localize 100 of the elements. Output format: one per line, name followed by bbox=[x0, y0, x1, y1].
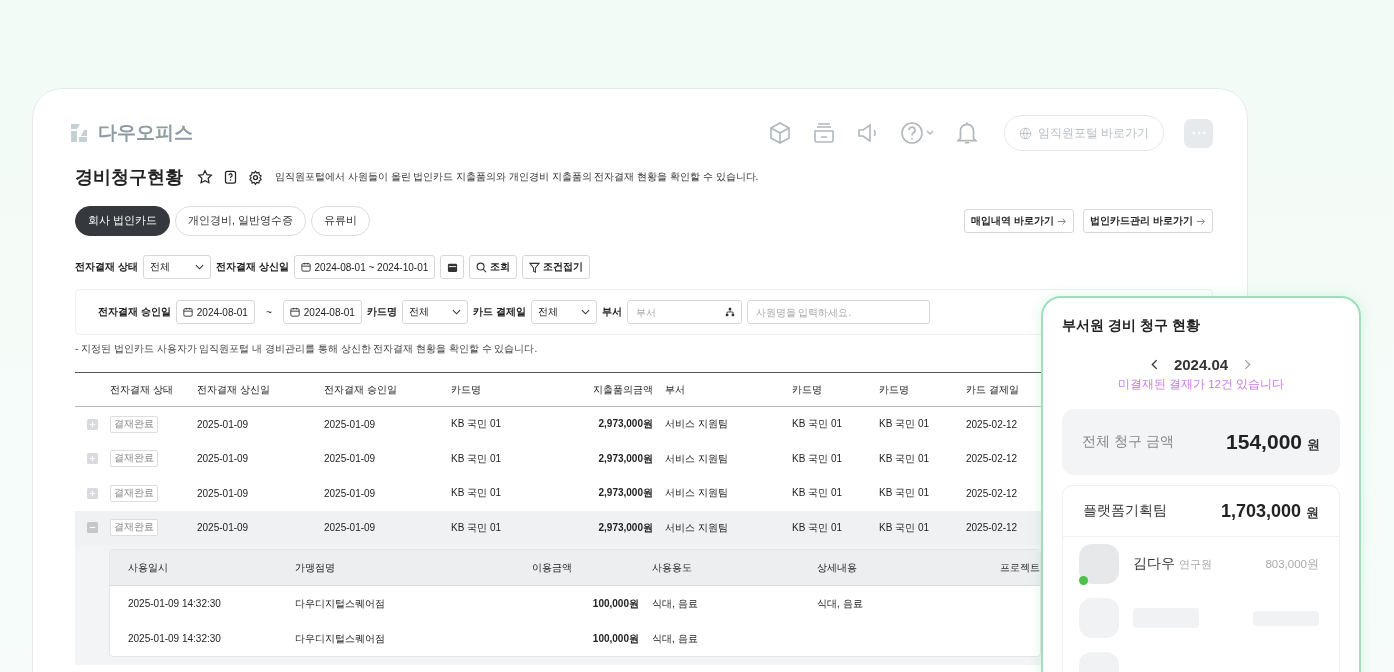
table-cell-text: 서비스 지원팀 bbox=[664, 520, 729, 535]
page-title: 경비청구현황 bbox=[75, 166, 183, 189]
table-cell-text: KB 국민 01 bbox=[792, 417, 844, 432]
settings-icon[interactable] bbox=[248, 169, 263, 185]
table-row[interactable]: 결재완료 2025-01-09 2025-01-09 KB 국민 01 2,973,000원 서비스 지원팀 KB 국민 01 KB 국민 01 2025-02-12 bbox=[75, 407, 1041, 442]
tab[interactable]: 개인경비, 일반영수증 bbox=[174, 206, 306, 236]
table-cell-text: KB 국민 01 bbox=[451, 451, 503, 466]
date-range-field[interactable]: 2024-08-01 ~ 2024-10-01 bbox=[293, 255, 436, 279]
column-header: 상세내용 bbox=[817, 560, 858, 575]
star-icon[interactable] bbox=[197, 169, 213, 185]
table-cell-text: 서비스 지원팀 bbox=[664, 486, 729, 501]
employee-name-field[interactable]: 사원명을 입력하세요. bbox=[746, 300, 930, 324]
month-label: 2024.04 bbox=[1173, 356, 1229, 373]
expand-icon[interactable] bbox=[87, 418, 98, 430]
range-separator: ~ bbox=[265, 306, 272, 318]
member-amount: 803,000원 bbox=[1265, 556, 1319, 572]
table-cell-text: 2,973,000원 bbox=[597, 486, 654, 501]
status-tag: 결재완료 bbox=[110, 450, 158, 468]
status-select[interactable]: 전체 bbox=[142, 255, 211, 279]
calendar-icon bbox=[289, 307, 300, 317]
collapse-filter-button[interactable]: 조건접기 bbox=[522, 255, 591, 279]
page-description: 임직원포털에서 사원들이 올린 법인카드 지출품의와 개인경비 지출품의 전자결재 현황을 확인할 수 있습니다. bbox=[275, 170, 759, 184]
table-cell-text: 2,973,000원 bbox=[597, 520, 654, 535]
tray-icon[interactable] bbox=[811, 121, 836, 145]
filter-label: 부서 bbox=[601, 305, 622, 319]
info-note: - 지정된 법인카드 사용자가 임직원포털 내 경비관리를 통해 상신한 전자결재 현황을 확인할 수 있습니다. bbox=[75, 342, 539, 356]
table-row[interactable]: 결재완료 2025-01-09 2025-01-09 KB 국민 01 2,973,000원 서비스 지원팀 KB 국민 01 KB 국민 01 2025-02-12 bbox=[75, 476, 1041, 511]
globe-icon bbox=[1018, 126, 1032, 140]
table-cell-text: KB 국민 01 bbox=[451, 417, 503, 432]
org-chart-icon[interactable] bbox=[724, 307, 735, 317]
date-field[interactable]: 2024-08-01 bbox=[175, 300, 255, 324]
table-cell-text: KB 국민 01 bbox=[879, 520, 931, 535]
table-cell-text: 2025-02-12 bbox=[966, 418, 1019, 430]
expand-icon[interactable] bbox=[87, 453, 98, 465]
column-header: 사용일시 bbox=[128, 560, 169, 575]
calendar-icon bbox=[446, 261, 458, 273]
total-amount: 154,000 bbox=[1226, 430, 1302, 454]
status-tag: 결재완료 bbox=[110, 519, 158, 537]
column-header: 카드명 bbox=[879, 382, 910, 397]
column-header: 카드명 bbox=[451, 382, 482, 397]
total-label: 전체 청구 금액 bbox=[1082, 433, 1174, 451]
column-header: 카드 결제일 bbox=[966, 382, 1020, 397]
arrow-icon bbox=[1057, 216, 1068, 226]
status-tag: 결재완료 bbox=[110, 415, 158, 433]
table-cell-text: 2025-01-09 bbox=[324, 453, 377, 465]
card-select[interactable]: 전체 bbox=[401, 300, 468, 324]
column-header: 전자결재 상태 bbox=[110, 382, 174, 397]
tab[interactable]: 유류비 bbox=[310, 206, 370, 236]
table-cell-text: 다우디지털스퀘어점 bbox=[295, 596, 386, 611]
cube-icon[interactable] bbox=[767, 121, 792, 145]
expand-icon[interactable] bbox=[87, 487, 98, 499]
table-cell-text: 2,973,000원 bbox=[597, 451, 654, 466]
table-cell-text: KB 국민 01 bbox=[879, 486, 931, 501]
table-cell-text: KB 국민 01 bbox=[451, 520, 503, 535]
table-cell-text: 100,000원 bbox=[591, 596, 639, 611]
table-cell-text: 2025-01-09 bbox=[197, 522, 250, 534]
table-cell-text: 2025-01-09 bbox=[324, 487, 377, 499]
filter-icon bbox=[529, 261, 541, 273]
column-header: 카드명 bbox=[792, 382, 823, 397]
table-cell-text: 서비스 지원팀 bbox=[664, 451, 729, 466]
shortcut-button[interactable]: 매입내역 바로가기 bbox=[964, 209, 1075, 233]
chevron-left-icon[interactable] bbox=[1150, 359, 1158, 370]
more-button[interactable] bbox=[1184, 118, 1213, 148]
search-button[interactable]: 조회 bbox=[469, 255, 518, 279]
shortcut-button[interactable]: 법인카드관리 바로가기 bbox=[1083, 209, 1213, 233]
table-cell-text: 식대, 음료 bbox=[651, 596, 699, 611]
calendar-icon bbox=[182, 307, 193, 317]
table-cell-text: 식대, 음료 bbox=[651, 631, 699, 646]
department-field[interactable]: 부서 bbox=[626, 300, 742, 324]
calendar-button[interactable] bbox=[440, 255, 465, 279]
tab[interactable]: 회사 법인카드 bbox=[75, 206, 170, 236]
table-cell-text: 2025-01-09 bbox=[197, 453, 250, 465]
caret-icon bbox=[580, 309, 590, 315]
table-cell-text: 2025-02-12 bbox=[966, 487, 1019, 499]
filter-label: 전자결재 상태 bbox=[75, 260, 138, 274]
table-cell-text: 2025-02-12 bbox=[966, 453, 1019, 465]
filter-label: 카드명 bbox=[366, 305, 397, 319]
table-cell-text: 2025-01-09 bbox=[324, 418, 377, 430]
column-header: 전자결재 상신일 bbox=[197, 382, 271, 397]
table-cell-text: 2025-02-12 bbox=[966, 522, 1019, 534]
column-header: 프로젝트 bbox=[1000, 560, 1040, 575]
date-field[interactable]: 2024-08-01 bbox=[282, 300, 362, 324]
caret-icon bbox=[194, 264, 204, 270]
table-row[interactable]: 결재완료 2025-01-09 2025-01-09 KB 국민 01 2,973,000원 서비스 지원팀 KB 국민 01 KB 국민 01 2025-02-12 bbox=[75, 441, 1041, 476]
help-icon[interactable] bbox=[223, 169, 238, 185]
table-cell-text: 100,000원 bbox=[591, 631, 639, 646]
app-name: 다우오피스 bbox=[98, 121, 193, 145]
pending-notice: 미결재된 결재가 12건 있습니다 bbox=[1116, 377, 1286, 392]
table-cell-text: KB 국민 01 bbox=[879, 417, 931, 432]
table-cell-text: KB 국민 01 bbox=[879, 451, 931, 466]
table-cell-text: 2025-01-09 bbox=[197, 418, 250, 430]
column-header: 부서 bbox=[664, 382, 686, 397]
collapse-icon[interactable] bbox=[87, 522, 98, 534]
chevron-right-icon[interactable] bbox=[1244, 359, 1252, 370]
table-cell-text: KB 국민 01 bbox=[792, 486, 844, 501]
team-name: 플랫폼기획팀 bbox=[1083, 502, 1167, 520]
arrow-icon bbox=[1196, 216, 1206, 226]
payment-day-select[interactable]: 전체 bbox=[530, 300, 597, 324]
currency-unit: 원 bbox=[1306, 503, 1319, 522]
table-cell-text: KB 국민 01 bbox=[792, 451, 844, 466]
